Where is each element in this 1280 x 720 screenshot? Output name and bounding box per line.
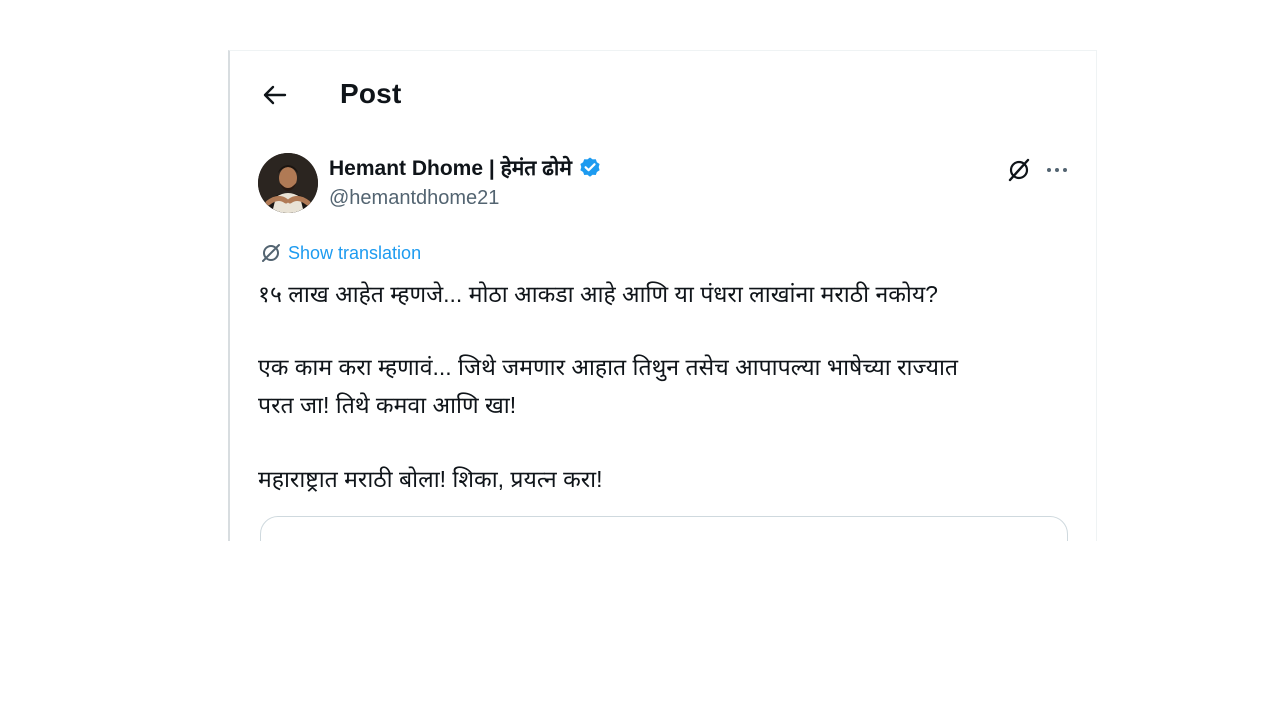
more-horizontal-icon — [1047, 168, 1067, 172]
page-title: Post — [340, 78, 402, 109]
verified-badge-icon — [580, 157, 600, 177]
post-header: Post — [230, 51, 1096, 136]
post-text-line: १५ लाख आहेत म्हणजे... मोठा आकडा आहे आणि … — [258, 281, 938, 307]
more-button[interactable] — [1042, 155, 1072, 185]
post-text-line: परत जा! तिथे कमवा आणि खा! — [258, 392, 517, 418]
arrow-left-icon — [263, 85, 287, 105]
author-name-row[interactable]: Hemant Dhome | हेमंत ढोमे — [329, 154, 602, 182]
post-view-frame: Post Hemant Dhome | हेमंत ढोमे @hemantdh… — [228, 50, 1097, 541]
post-text-line: महाराष्ट्रात मराठी बोला! शिका, प्रयत्न क… — [258, 466, 603, 492]
back-button[interactable] — [254, 75, 294, 115]
avatar-photo — [258, 153, 318, 213]
show-translation-label[interactable]: Show translation — [288, 243, 421, 264]
post-text-line: एक काम करा म्हणावं... जिथे जमणार आहात ति… — [258, 354, 959, 380]
avatar[interactable] — [258, 153, 318, 213]
grok-icon — [1008, 158, 1030, 182]
author-display-name[interactable]: Hemant Dhome | हेमंत ढोमे — [329, 154, 572, 182]
translate-icon — [262, 244, 280, 262]
show-translation-link[interactable]: Show translation — [260, 242, 421, 264]
quoted-post-card[interactable] — [260, 516, 1068, 541]
author-handle[interactable]: @hemantdhome21 — [329, 187, 499, 210]
grok-button[interactable] — [1004, 155, 1034, 185]
